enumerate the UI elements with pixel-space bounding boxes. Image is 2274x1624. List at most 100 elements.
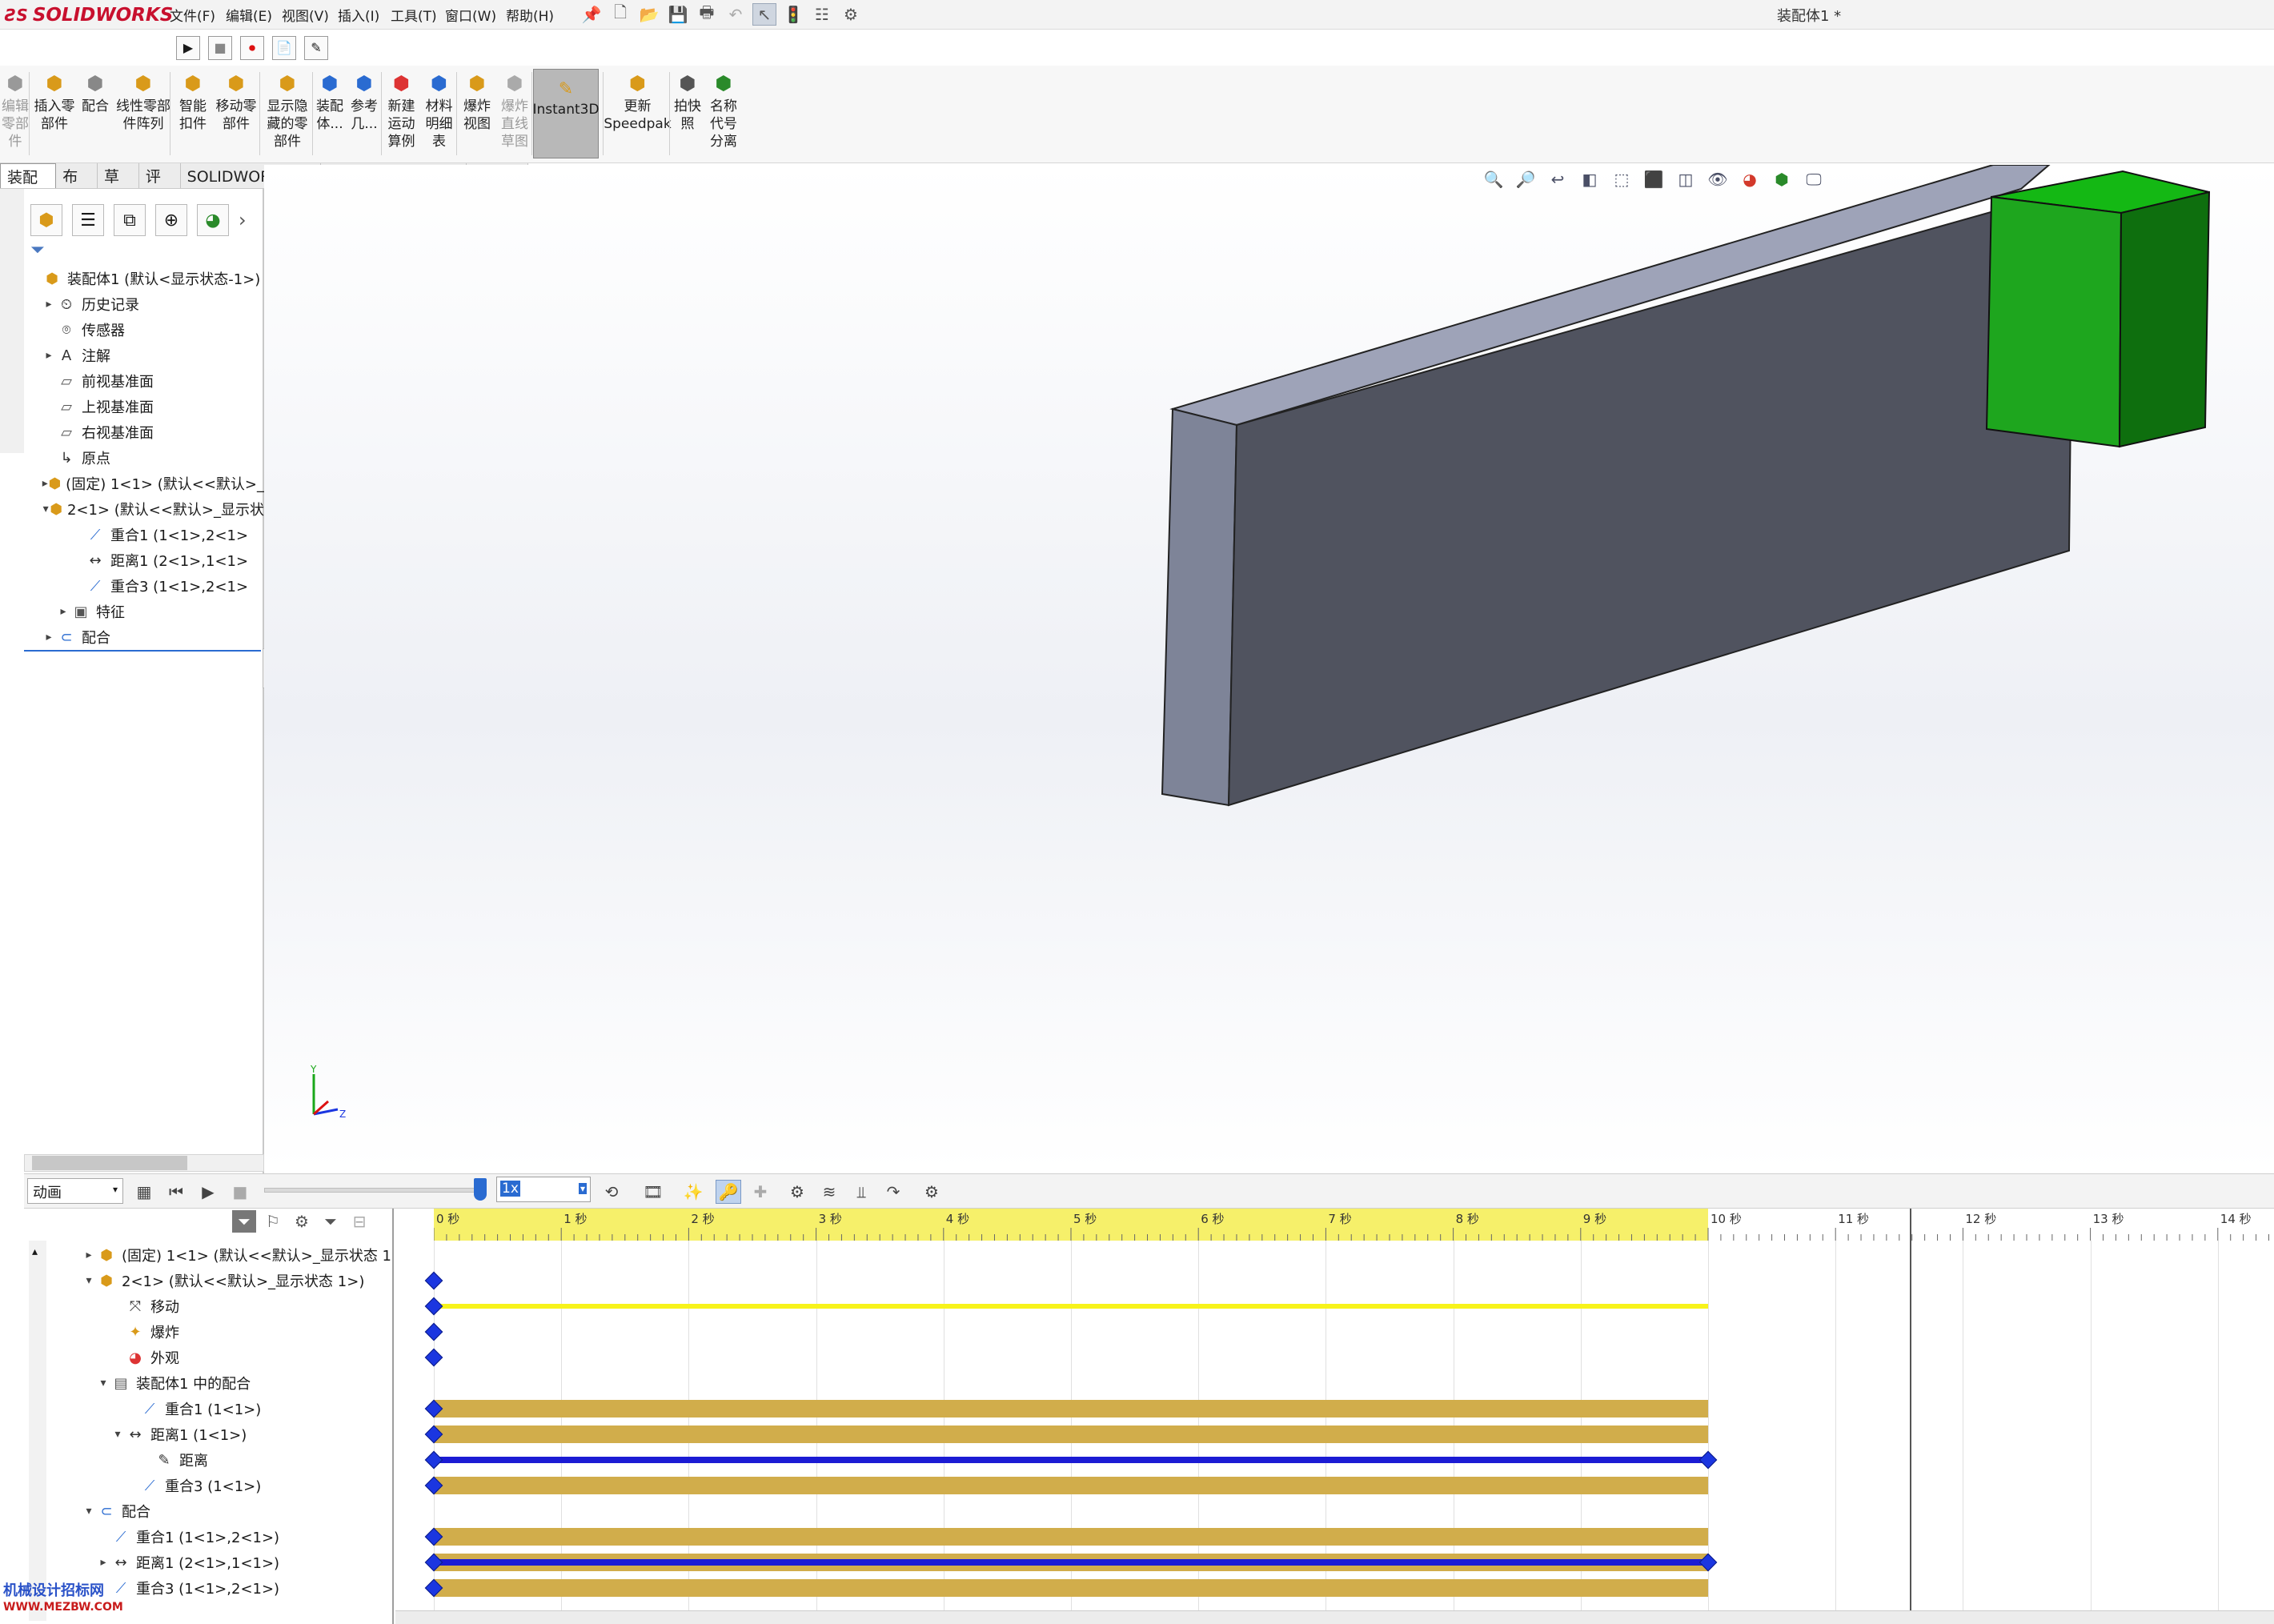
tree-toggle-icon[interactable]: ▾ — [42, 503, 50, 515]
scroll-up-icon[interactable]: ▴ — [32, 1245, 38, 1258]
ribbon-reference-geometry-button[interactable]: ⬢ 参考 几... — [346, 70, 383, 162]
tab-3[interactable]: 评估 — [139, 163, 181, 207]
motion-tree-vertical-scrollbar[interactable] — [29, 1241, 46, 1621]
distance-key-line[interactable] — [434, 1559, 1708, 1566]
ribbon-edit-component-button[interactable]: ⬢ 编辑 零部 件 — [0, 70, 30, 162]
chevron-right-icon[interactable]: › — [239, 209, 247, 231]
tree-node[interactable]: ▸ A 注解 — [24, 343, 264, 368]
ribbon-explode-line-button[interactable]: ⬢ 爆炸 直线 草图 — [496, 70, 533, 162]
mate-track-bar[interactable] — [434, 1400, 1708, 1417]
motion-tree-row[interactable]: ⟋ 重合1 (1<1>,2<1>) — [96, 1524, 392, 1550]
tree-toggle-icon[interactable]: ▸ — [42, 631, 56, 644]
motion-tree-row[interactable]: ⟋ 重合3 (1<1>,2<1>) — [96, 1575, 392, 1601]
tree-toggle-icon[interactable]: ▸ — [42, 298, 56, 311]
tree-toggle-icon[interactable]: ▸ — [82, 1249, 96, 1261]
tree-toggle-icon[interactable]: ▸ — [56, 605, 70, 618]
tab-1[interactable]: 布局 — [56, 163, 98, 207]
tab-0[interactable]: 装配体 — [0, 163, 57, 208]
save-animation-icon[interactable]: 🎞 — [640, 1180, 666, 1204]
motion-tree-row[interactable]: ⤧ 移动 — [110, 1293, 392, 1319]
record-pause-macro-icon[interactable]: ⏺ — [240, 35, 264, 60]
ribbon-exploded-view-button[interactable]: ⬢ 爆炸 视图 — [458, 70, 496, 162]
tree-toggle-icon[interactable]: ▾ — [82, 1274, 96, 1287]
filter-results-icon[interactable]: ⏷ — [319, 1210, 343, 1233]
force-icon[interactable]: ↷ — [880, 1180, 906, 1204]
tree-node[interactable]: ▸ ⏲ 历史记录 — [24, 291, 264, 317]
menu-item-3[interactable]: 插入(I) — [338, 5, 379, 25]
tree-toggle-icon[interactable]: ▾ — [82, 1505, 96, 1518]
ribbon-move-component-button[interactable]: ⬢ 移动零 部件 — [211, 70, 261, 162]
ribbon-update-speedpak-button[interactable]: ⬢ 更新 Speedpak — [604, 70, 671, 162]
tree-node[interactable]: ↳ 原点 — [24, 445, 264, 471]
damper-icon[interactable]: ⫫ — [848, 1180, 874, 1204]
motion-tree-row[interactable]: ▸ ⬢ (固定) 1<1> (默认<<默认>_显示状态 1 — [82, 1242, 392, 1268]
motion-tree-row[interactable]: ✎ 距离 — [139, 1447, 392, 1473]
tree-node[interactable]: ↔ 距离1 (2<1>,1<1> — [24, 547, 264, 573]
select-cursor-icon[interactable]: ↖ — [752, 3, 776, 26]
tree-node[interactable]: ⬢ 装配体1 (默认<显示状态-1>) — [24, 266, 264, 291]
mate-track-bar[interactable] — [434, 1426, 1708, 1443]
timeline-horizontal-scrollbar[interactable] — [395, 1610, 2274, 1624]
rebuild-traffic-light-icon[interactable]: 🚦 — [781, 3, 805, 26]
tree-node[interactable]: ▱ 前视基准面 — [24, 368, 264, 394]
previous-view-icon[interactable]: ↩ — [1545, 167, 1570, 191]
menu-item-1[interactable]: 编辑(E) — [226, 5, 272, 25]
section-view-icon[interactable]: ◧ — [1577, 167, 1602, 191]
motion-tree-row[interactable]: ▾ ⊂ 配合 — [82, 1498, 392, 1524]
property-manager-icon[interactable]: ☰ — [72, 204, 104, 236]
new-macro-icon[interactable]: 📄 — [272, 35, 296, 60]
stop-icon[interactable]: ■ — [227, 1180, 253, 1204]
motion-tree-row[interactable]: ◕ 外观 — [110, 1345, 392, 1370]
calculate-icon[interactable]: ▦ — [131, 1180, 157, 1204]
ribbon-snapshot-button[interactable]: ⬢ 拍快 照 — [671, 70, 704, 162]
ribbon-smart-fasteners-button[interactable]: ⬢ 智能 扣件 — [174, 70, 211, 162]
menu-item-2[interactable]: 视图(V) — [282, 5, 329, 25]
tree-node[interactable]: ▸ ⬢ (固定) 1<1> (默认<<默认>_ — [24, 471, 264, 496]
tree-node[interactable]: ⟋ 重合3 (1<1>,2<1> — [24, 573, 264, 599]
motion-tree-row[interactable]: ▾ ↔ 距离1 (1<1>) — [110, 1422, 392, 1447]
motion-tree-row[interactable]: ▸ ↔ 距离1 (2<1>,1<1>) — [96, 1550, 392, 1575]
ribbon-mate-button[interactable]: ⬢ 配合 — [78, 70, 112, 162]
motion-tree-row[interactable]: ⟋ 重合3 (1<1>) — [125, 1473, 392, 1498]
tree-node[interactable]: ▾ ⬢ 2<1> (默认<<默认>_显示状 — [24, 496, 264, 522]
stop-macro-icon[interactable]: ■ — [208, 35, 232, 60]
hide-show-items-icon[interactable]: 👁 — [1705, 167, 1731, 191]
play-icon[interactable]: ▶ — [195, 1180, 221, 1204]
open-folder-icon[interactable]: 📂 — [637, 3, 661, 26]
view-orientation-icon[interactable]: ⬛ — [1641, 167, 1666, 191]
playback-speed-select[interactable]: 1x ▾ — [496, 1177, 591, 1202]
cube-front-face[interactable] — [1985, 195, 2123, 448]
motor-icon[interactable]: ⚙ — [784, 1180, 810, 1204]
filter-selected-icon[interactable]: ⚙ — [290, 1210, 314, 1233]
menu-item-4[interactable]: 工具(T) — [391, 5, 437, 25]
feature-manager-tree-icon[interactable]: ⬢ — [30, 204, 62, 236]
options-gear-icon[interactable]: ⚙ — [839, 3, 863, 26]
play-from-start-icon[interactable]: ⏮ — [163, 1180, 189, 1204]
motion-tree-row[interactable]: ▾ ⬢ 2<1> (默认<<默认>_显示状态 1>) — [82, 1268, 392, 1293]
dimxpert-manager-icon[interactable]: ⊕ — [155, 204, 187, 236]
tree-node[interactable]: ▱ 右视基准面 — [24, 419, 264, 445]
menu-item-6[interactable]: 帮助(H) — [506, 5, 554, 25]
filter-driving-icon[interactable]: ⚐ — [261, 1210, 285, 1233]
menu-item-0[interactable]: 文件(F) — [170, 5, 215, 25]
ribbon-instant3d-button[interactable]: ✎ Instant3D — [532, 69, 600, 158]
configuration-manager-icon[interactable]: ⧉ — [114, 204, 146, 236]
ribbon-assembly-features-button[interactable]: ⬢ 装配 体... — [314, 70, 346, 162]
undo-icon[interactable]: ↶ — [724, 3, 748, 26]
ribbon-linear-pattern-button[interactable]: ⬢ 线性零部 件阵列 — [112, 70, 174, 162]
timeline-time-marker[interactable] — [1910, 1209, 1911, 1613]
tree-node[interactable]: ▸ ⊂ 配合 — [24, 624, 264, 650]
tree-node[interactable]: ⟋ 重合1 (1<1>,2<1> — [24, 522, 264, 547]
print-icon[interactable]: 🖶 — [695, 2, 719, 26]
view-settings-icon[interactable]: 🖵 — [1801, 167, 1827, 191]
mate-track-bar[interactable] — [434, 1477, 1708, 1494]
file-properties-icon[interactable]: ☷ — [810, 3, 834, 26]
mate-track-bar[interactable] — [434, 1528, 1708, 1546]
menu-item-5[interactable]: 窗口(W) — [445, 5, 496, 25]
cube-side-face[interactable] — [2118, 190, 2211, 448]
tree-toggle-icon[interactable]: ▸ — [96, 1556, 110, 1569]
save-icon[interactable]: 💾 — [666, 3, 690, 26]
move-track-line[interactable] — [434, 1304, 1708, 1309]
run-macro-icon[interactable]: ▶ — [176, 35, 200, 60]
new-document-icon[interactable]: 🗋 — [608, 2, 632, 26]
